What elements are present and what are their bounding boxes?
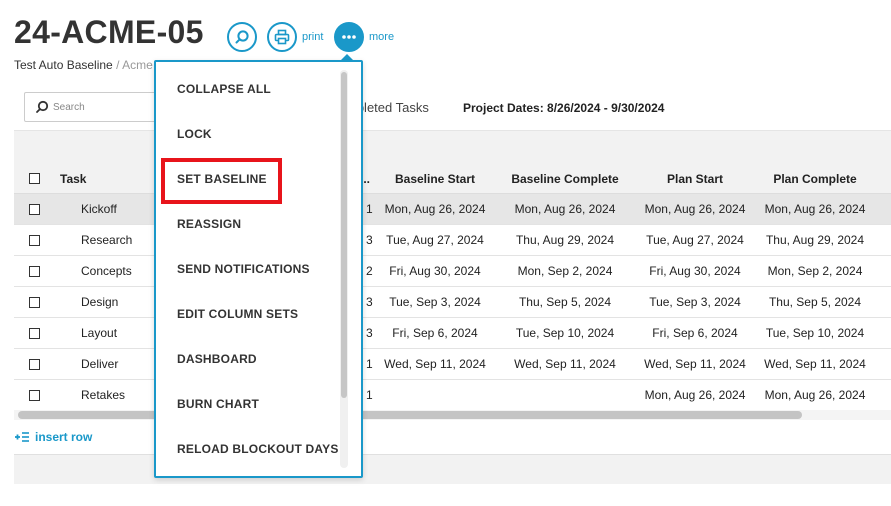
task-name[interactable]: Research (81, 233, 132, 247)
column-header-baseline-complete[interactable]: Baseline Complete (511, 172, 618, 186)
task-name[interactable]: Design (81, 295, 118, 309)
task-name[interactable]: Kickoff (81, 202, 117, 216)
task-grid: Task ... Baseline Start Baseline Complet… (14, 130, 891, 420)
menu-scrollbar-thumb[interactable] (341, 72, 347, 398)
row-checkbox[interactable] (29, 235, 40, 246)
plan-start-cell[interactable]: Tue, Sep 3, 2024 (649, 295, 741, 309)
menu-item-collapse-all[interactable]: COLLAPSE ALL (177, 82, 271, 96)
highlight-annotation (161, 158, 282, 204)
table-row[interactable]: Deliver 1 Wed, Sep 11, 2024 Wed, Sep 11,… (14, 349, 891, 380)
duration-cell[interactable]: 3 (366, 326, 373, 340)
row-checkbox[interactable] (29, 328, 40, 339)
table-row[interactable]: Design 3 Tue, Sep 3, 2024 Thu, Sep 5, 20… (14, 287, 891, 318)
breadcrumb-separator: / (116, 58, 120, 72)
insert-row-link[interactable]: insert row (14, 430, 92, 444)
column-header-plan-start[interactable]: Plan Start (667, 172, 723, 186)
duration-cell[interactable]: 1 (366, 202, 373, 216)
search-icon (36, 100, 49, 113)
row-checkbox[interactable] (29, 204, 40, 215)
row-checkbox[interactable] (29, 359, 40, 370)
baseline-complete-cell[interactable]: Thu, Aug 29, 2024 (516, 233, 614, 247)
plan-start-cell[interactable]: Mon, Aug 26, 2024 (645, 202, 746, 216)
grid-footer (14, 454, 891, 484)
breadcrumb-item[interactable]: Test Auto Baseline (14, 58, 113, 72)
column-header-baseline-start[interactable]: Baseline Start (395, 172, 475, 186)
project-dates: Project Dates: 8/26/2024 - 9/30/2024 (463, 101, 665, 115)
duration-cell[interactable]: 3 (366, 295, 373, 309)
plan-start-cell[interactable]: Wed, Sep 11, 2024 (644, 357, 746, 371)
baseline-start-cell[interactable]: Mon, Aug 26, 2024 (385, 202, 486, 216)
print-link[interactable]: print (302, 31, 323, 43)
plan-start-cell[interactable]: Fri, Aug 30, 2024 (649, 264, 740, 278)
task-name[interactable]: Deliver (81, 357, 118, 371)
plan-start-cell[interactable]: Tue, Aug 27, 2024 (646, 233, 744, 247)
more-menu: COLLAPSE ALL LOCK SET BASELINE REASSIGN … (154, 60, 363, 478)
baseline-start-cell[interactable]: Wed, Sep 11, 2024 (384, 357, 486, 371)
table-row[interactable]: Retakes 1 Mon, Aug 26, 2024 Mon, Aug 26,… (14, 380, 891, 411)
menu-item-reload-blockout-days[interactable]: RELOAD BLOCKOUT DAYS (177, 442, 339, 456)
ellipsis-icon (342, 35, 356, 39)
menu-item-lock[interactable]: LOCK (177, 127, 212, 141)
select-all-checkbox[interactable] (29, 173, 40, 184)
baseline-start-cell[interactable]: Fri, Aug 30, 2024 (389, 264, 480, 278)
duration-cell[interactable]: 2 (366, 264, 373, 278)
baseline-complete-cell[interactable]: Tue, Sep 10, 2024 (516, 326, 614, 340)
more-link[interactable]: more (369, 31, 394, 43)
menu-item-edit-column-sets[interactable]: EDIT COLUMN SETS (177, 307, 298, 321)
breadcrumb-item[interactable]: Acme (122, 58, 153, 72)
breadcrumb: Test Auto Baseline / Acme (14, 58, 153, 72)
plan-start-cell[interactable]: Mon, Aug 26, 2024 (645, 388, 746, 402)
plan-complete-cell[interactable]: Wed, Sep 11, 2024 (764, 357, 866, 371)
column-header-plan-complete[interactable]: Plan Complete (773, 172, 856, 186)
task-name[interactable]: Layout (81, 326, 117, 340)
baseline-start-cell[interactable]: Tue, Aug 27, 2024 (386, 233, 484, 247)
row-checkbox[interactable] (29, 297, 40, 308)
print-button[interactable] (267, 22, 297, 52)
search-box[interactable] (24, 92, 164, 122)
menu-item-reassign[interactable]: REASSIGN (177, 217, 241, 231)
search-button[interactable] (227, 22, 257, 52)
horizontal-scrollbar-thumb[interactable] (18, 411, 802, 419)
table-row[interactable]: Concepts 2 Fri, Aug 30, 2024 Mon, Sep 2,… (14, 256, 891, 287)
menu-item-send-notifications[interactable]: SEND NOTIFICATIONS (177, 262, 310, 276)
menu-item-burn-chart[interactable]: BURN CHART (177, 397, 259, 411)
project-title: 24-ACME-05 (14, 14, 204, 50)
printer-icon (274, 29, 290, 45)
more-button[interactable] (334, 22, 364, 52)
insert-row-icon (15, 432, 29, 442)
plan-start-cell[interactable]: Fri, Sep 6, 2024 (652, 326, 737, 340)
table-row[interactable]: Research 3 Tue, Aug 27, 2024 Thu, Aug 29… (14, 225, 891, 256)
search-icon (235, 30, 249, 44)
insert-row-label: insert row (35, 430, 93, 444)
plan-complete-cell[interactable]: Tue, Sep 10, 2024 (766, 326, 864, 340)
baseline-start-cell[interactable]: Fri, Sep 6, 2024 (392, 326, 477, 340)
plan-complete-cell[interactable]: Mon, Sep 2, 2024 (768, 264, 863, 278)
task-name[interactable]: Concepts (81, 264, 132, 278)
duration-cell[interactable]: 1 (366, 357, 373, 371)
duration-cell[interactable]: 1 (366, 388, 373, 402)
table-row[interactable]: Kickoff 1 Mon, Aug 26, 2024 Mon, Aug 26,… (14, 194, 891, 225)
task-name[interactable]: Retakes (81, 388, 125, 402)
baseline-complete-cell[interactable]: Mon, Sep 2, 2024 (518, 264, 613, 278)
grid-header: Task ... Baseline Start Baseline Complet… (14, 131, 891, 194)
baseline-complete-cell[interactable]: Wed, Sep 11, 2024 (514, 357, 616, 371)
duration-cell[interactable]: 3 (366, 233, 373, 247)
plan-complete-cell[interactable]: Thu, Sep 5, 2024 (769, 295, 861, 309)
menu-item-dashboard[interactable]: DASHBOARD (177, 352, 257, 366)
plan-complete-cell[interactable]: Mon, Aug 26, 2024 (765, 388, 866, 402)
plan-complete-cell[interactable]: Thu, Aug 29, 2024 (766, 233, 864, 247)
row-checkbox[interactable] (29, 390, 40, 401)
table-row[interactable]: Layout 3 Fri, Sep 6, 2024 Tue, Sep 10, 2… (14, 318, 891, 349)
plan-complete-cell[interactable]: Mon, Aug 26, 2024 (765, 202, 866, 216)
baseline-start-cell[interactable]: Tue, Sep 3, 2024 (389, 295, 481, 309)
row-checkbox[interactable] (29, 266, 40, 277)
search-input[interactable] (53, 101, 153, 113)
baseline-complete-cell[interactable]: Thu, Sep 5, 2024 (519, 295, 611, 309)
baseline-complete-cell[interactable]: Mon, Aug 26, 2024 (515, 202, 616, 216)
column-header-task[interactable]: Task (60, 172, 86, 186)
